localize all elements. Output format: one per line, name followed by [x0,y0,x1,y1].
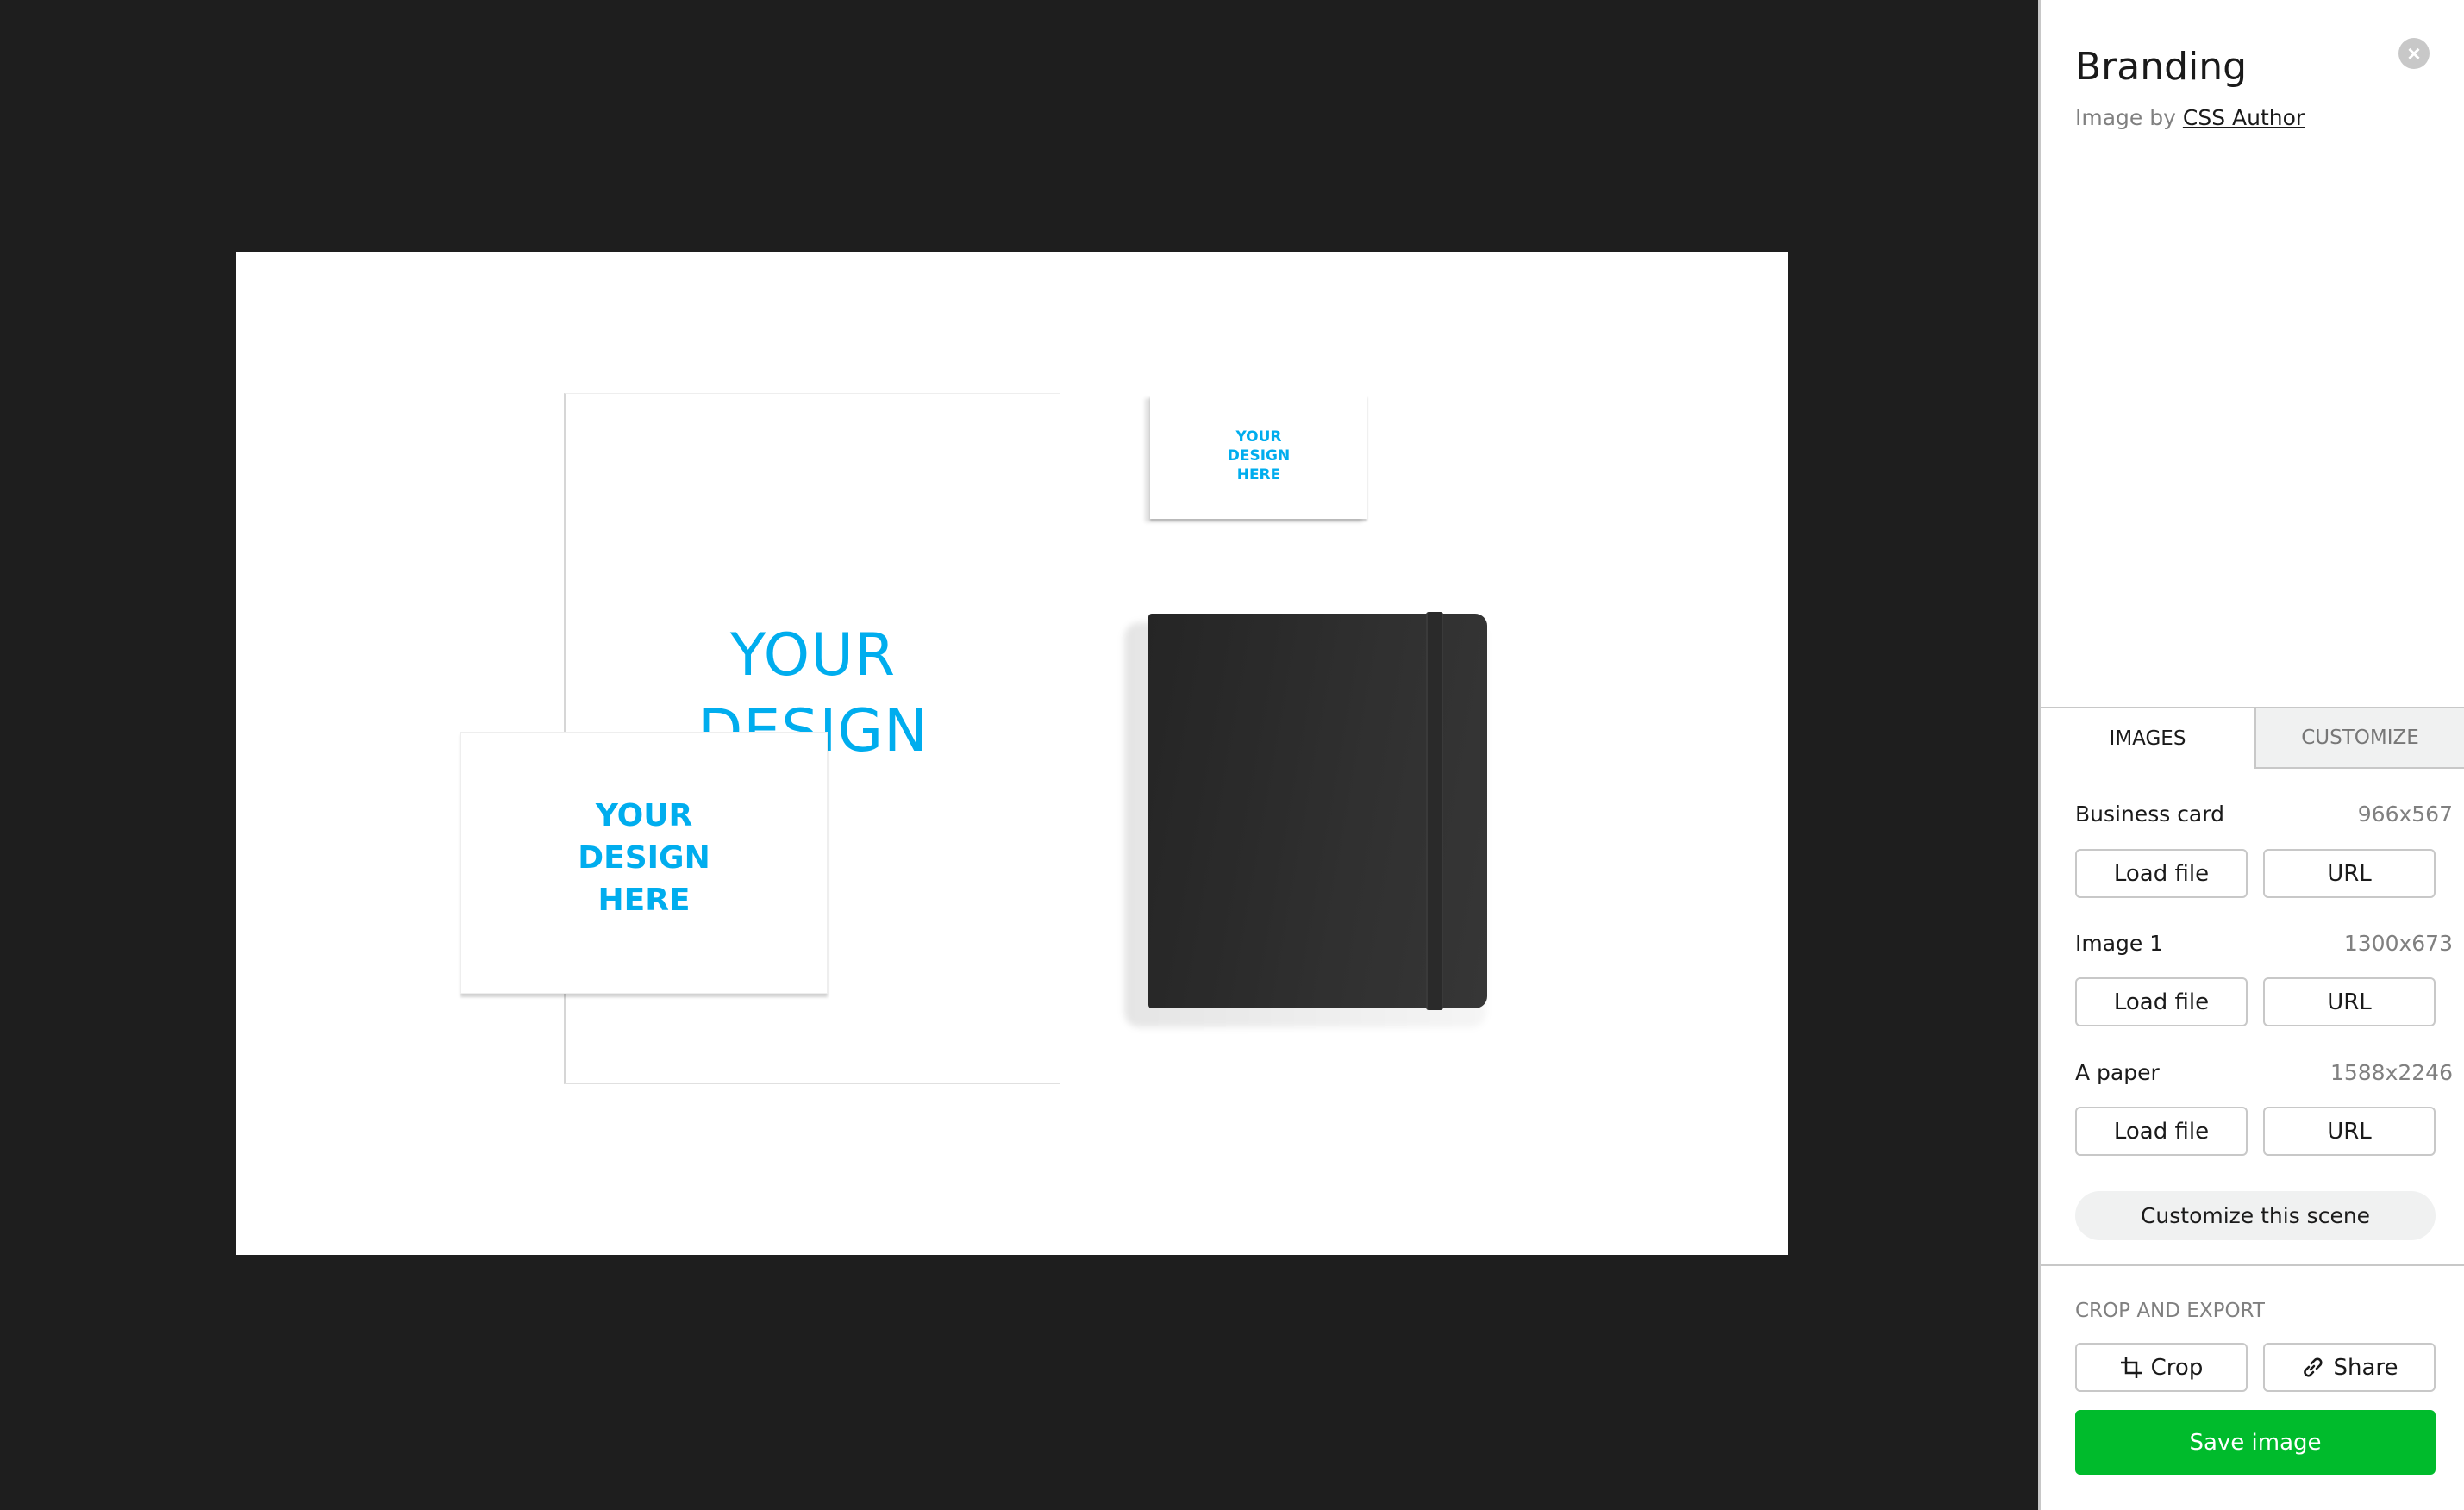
save-image-button[interactable]: Save image [2075,1410,2436,1475]
business-card-url-button[interactable]: URL [2263,849,2436,898]
small-card-design-text: YOUR DESIGN HERE [1150,427,1367,484]
image-byline: Image by CSS Author [2075,105,2305,130]
tab-customize[interactable]: CUSTOMIZE [2254,708,2464,769]
crop-label: Crop [2150,1354,2204,1381]
business-card-size: 966x567 [2357,802,2453,827]
image-1-size: 1300x673 [2343,931,2453,956]
scard-line: DESIGN [1227,447,1291,465]
section-divider [2041,1264,2464,1266]
close-icon[interactable]: × [2398,38,2430,69]
crop-button[interactable]: Crop [2075,1343,2248,1392]
scene-title: Branding [2075,45,2248,89]
side-panel: Branding Image by CSS Author IMAGES CUST… [2038,0,2464,1510]
a-paper-label: A paper [2075,1060,2160,1085]
scard-line: YOUR [1235,428,1282,446]
image-1-url-button[interactable]: URL [2263,977,2436,1026]
bcard-line: YOUR [595,798,693,833]
a-paper-load-file-button[interactable]: Load file [2075,1107,2248,1156]
link-icon [2300,1356,2324,1380]
tab-images[interactable]: IMAGES [2041,708,2254,769]
byline-prefix: Image by [2075,105,2176,130]
bcard-line: DESIGN [578,840,710,876]
mockup-canvas: YOUR DESIGN YOUR DESIGN HERE YOUR DESIGN… [236,252,1788,1255]
small-card-mockup[interactable]: YOUR DESIGN HERE [1150,395,1367,519]
a-paper-size: 1588x2246 [2330,1060,2453,1085]
crop-icon [2120,1357,2142,1379]
a-paper-url-button[interactable]: URL [2263,1107,2436,1156]
notebook-elastic-band [1426,612,1443,1010]
business-card-label: Business card [2075,802,2224,827]
panel-tabs: IMAGES CUSTOMIZE [2041,707,2464,769]
preview-area: YOUR DESIGN YOUR DESIGN HERE YOUR DESIGN… [0,0,2038,1510]
image-1-label: Image 1 [2075,931,2164,956]
bcard-line: HERE [597,883,691,918]
business-card-design-text: YOUR DESIGN HERE [461,795,827,921]
notebook-mockup[interactable] [1148,612,1487,1010]
image-1-load-file-button[interactable]: Load file [2075,977,2248,1026]
business-card-load-file-button[interactable]: Load file [2075,849,2248,898]
crop-export-heading: CROP AND EXPORT [2075,1300,2265,1322]
share-label: Share [2333,1354,2398,1381]
business-card-mockup[interactable]: YOUR DESIGN HERE [460,732,828,994]
customize-scene-button[interactable]: Customize this scene [2075,1191,2436,1240]
share-button[interactable]: Share [2263,1343,2436,1392]
scard-line: HERE [1236,466,1281,484]
author-link[interactable]: CSS Author [2183,105,2305,130]
